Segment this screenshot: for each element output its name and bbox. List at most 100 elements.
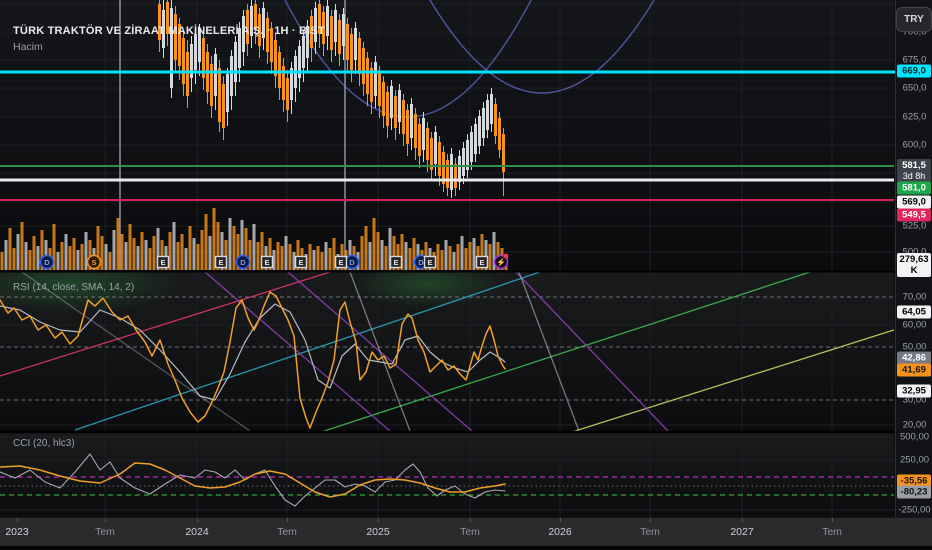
candle-body (302, 36, 305, 68)
volume-bar (124, 242, 128, 270)
candle-body (270, 28, 273, 62)
volume-bar (276, 242, 280, 270)
volume-bar (8, 228, 12, 270)
volume-bar (120, 234, 124, 270)
volume-bar (36, 246, 40, 270)
time-axis-label: Tem (95, 526, 115, 538)
candle-body (174, 14, 177, 60)
volume-bar (324, 242, 328, 270)
dividend-marker-icon[interactable]: D (344, 254, 360, 270)
bottom-border (0, 546, 932, 550)
candle-body (158, 4, 161, 40)
axis-price-badge: 569,0 (897, 195, 931, 209)
candle-body (478, 116, 481, 146)
candle-body (334, 10, 337, 42)
volume-bar (132, 238, 136, 270)
price-axis[interactable]: 700,0 675,0 650,0 625,0 600,0 525,0 500,0 669,0… (895, 0, 932, 517)
earnings-marker-icon[interactable]: E (389, 255, 403, 269)
volume-bar (60, 242, 64, 270)
time-axis-label: 2025 (366, 526, 390, 538)
axis-price-badge: 279,63 K (897, 253, 931, 277)
candle-body (222, 84, 225, 128)
earnings-marker-icon[interactable]: E (214, 255, 228, 269)
volume-bar (232, 226, 236, 270)
candle-body (390, 86, 393, 118)
time-tick (742, 518, 743, 522)
time-axis[interactable]: 2023 Tem 2024 Tem 2025 Tem 2026 Tem 2027 Tem (0, 517, 932, 547)
volume-bar (28, 250, 32, 270)
axis-price-badge: 549,5 (897, 208, 931, 222)
volume-bar (76, 250, 80, 270)
candle-body (234, 42, 237, 82)
candle-body (394, 96, 397, 128)
earnings-marker-icon[interactable]: E (260, 255, 274, 269)
svg-text:S: S (91, 258, 96, 267)
volume-bar (32, 236, 36, 270)
chart-canvas[interactable]: D S E E D E E DE DE E E ⚡ (0, 0, 932, 550)
cci-pane-background (0, 433, 894, 517)
candle-body (338, 20, 341, 54)
axis-tick-label: 650,0 (902, 82, 927, 94)
candle-body (258, 14, 261, 46)
candle-body (374, 62, 377, 96)
candle-body (166, 2, 169, 34)
time-axis-label: 2027 (730, 526, 754, 538)
dividend-marker-icon[interactable]: D (39, 254, 55, 270)
candle-body (254, 4, 257, 30)
volume-bar (188, 226, 192, 270)
candle-body (470, 132, 473, 162)
candle-body (454, 164, 457, 188)
volume-bar (0, 252, 4, 270)
candle-body (418, 124, 421, 156)
axis-tick-label: 525,0 (902, 220, 927, 232)
volume-bar (136, 246, 140, 270)
split-marker-icon[interactable]: S (86, 254, 102, 270)
volume-bar (4, 240, 8, 270)
time-tick (650, 518, 651, 522)
candle-body (482, 108, 485, 138)
volume-bar (452, 252, 456, 270)
svg-text:E: E (160, 258, 165, 267)
earnings-marker-icon[interactable]: E (334, 255, 348, 269)
time-tick (17, 518, 18, 522)
candle-body (230, 56, 233, 96)
earnings-marker-icon[interactable]: E (156, 255, 170, 269)
candle-body (186, 52, 189, 96)
volume-bar (172, 222, 176, 270)
volume-bar (408, 248, 412, 270)
volume-bar (380, 240, 384, 270)
candle-body (198, 30, 201, 62)
candle-body (182, 38, 185, 84)
candle-body (318, 4, 321, 34)
volume-bar (256, 242, 260, 270)
volume-bar (284, 236, 288, 270)
svg-text:E: E (264, 258, 269, 267)
svg-text:E: E (338, 258, 343, 267)
dividend-marker-icon[interactable]: D (235, 254, 251, 270)
svg-text:E: E (479, 258, 484, 267)
earnings-marker-icon[interactable]: E (294, 255, 308, 269)
volume-bar (20, 222, 24, 270)
axis-price-badge: -80,23 (897, 485, 931, 499)
volume-bar (448, 246, 452, 270)
svg-text:D: D (44, 258, 50, 267)
candle-body (398, 90, 401, 122)
time-tick (470, 518, 471, 522)
volume-bar (316, 246, 320, 270)
earnings-marker-icon[interactable]: E (475, 255, 489, 269)
earnings-marker-icon[interactable]: E (423, 255, 437, 269)
candle-body (382, 82, 385, 116)
currency-toggle-button[interactable]: TRY (896, 7, 932, 32)
candle-body (238, 28, 241, 68)
volume-bar (144, 240, 148, 270)
candle-body (474, 124, 477, 154)
volume-bar (404, 242, 408, 270)
volume-bar (176, 242, 180, 270)
volume-bar (128, 224, 132, 270)
candle-body (162, 10, 165, 48)
candle-body (426, 128, 429, 160)
candle-body (450, 154, 453, 190)
candle-body (250, 6, 253, 36)
volume-bar (104, 244, 108, 270)
volume-bar (384, 246, 388, 270)
